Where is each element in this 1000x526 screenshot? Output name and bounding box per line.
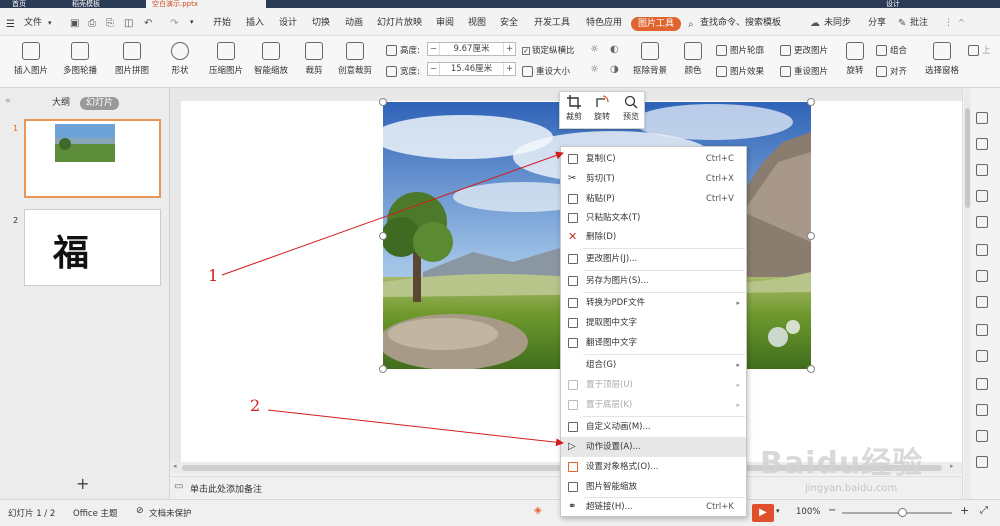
annotation-arrow-1 (221, 151, 564, 276)
baidu-watermark: Baidu经验 (760, 446, 924, 481)
annotation-label-2: 2 (250, 396, 261, 415)
annotation-label-1: 1 (208, 266, 219, 285)
baidu-watermark-url: jingyan.baidu.com (805, 483, 898, 494)
annotation-arrow-2 (267, 409, 564, 447)
